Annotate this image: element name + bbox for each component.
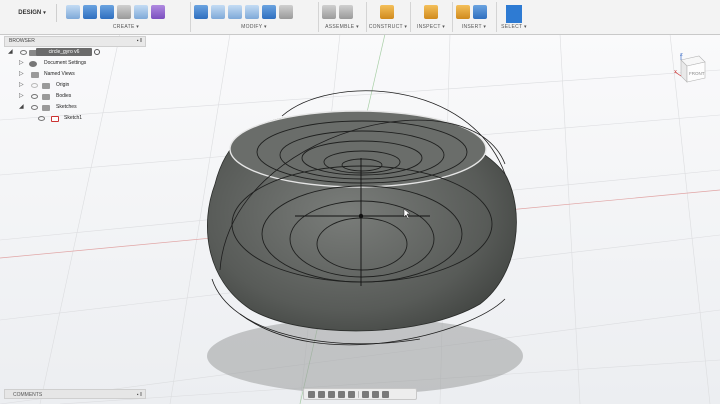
visibility-eye-icon[interactable] — [31, 83, 38, 88]
chevron-down-icon: ▾ — [43, 10, 46, 16]
new-component-icon[interactable] — [322, 5, 336, 19]
visibility-eye-icon[interactable] — [20, 50, 27, 55]
offset-plane-icon[interactable] — [380, 5, 394, 19]
create-sketch-icon[interactable] — [66, 5, 80, 19]
assemble-group: ASSEMBLE ▾ — [318, 2, 367, 32]
select-cursor-icon[interactable] — [506, 5, 522, 23]
expand-triangle-icon[interactable]: ▷ — [19, 91, 24, 102]
tree-item-label: Bodies — [56, 93, 72, 99]
tree-item-origin[interactable]: ▷ Origin — [4, 80, 146, 91]
zoom-icon[interactable] — [338, 390, 345, 398]
expand-triangle-icon[interactable]: ▷ — [19, 58, 24, 69]
select-group: SELECT ▾ — [496, 2, 532, 32]
activate-radio-icon[interactable] — [94, 49, 100, 55]
browser-title: BROWSER — [9, 38, 35, 44]
folder-icon — [31, 72, 39, 78]
joint-icon[interactable] — [339, 5, 353, 19]
display-settings-icon[interactable] — [362, 390, 369, 398]
create-menu[interactable]: CREATE ▾ — [62, 24, 190, 30]
create-group: CREATE ▾ — [62, 2, 191, 32]
hole-icon[interactable] — [117, 5, 131, 19]
folder-icon — [42, 94, 50, 100]
insert-derive-icon[interactable] — [456, 5, 470, 19]
navigation-bar — [303, 388, 417, 400]
browser-header: BROWSER ▪ ‖ — [4, 36, 146, 47]
insert-group: INSERT ▾ — [452, 2, 497, 32]
folder-icon — [42, 83, 50, 89]
orbit-icon[interactable] — [308, 390, 315, 398]
gear-icon — [29, 61, 37, 67]
toolbar: DESIGN ▾ CREATE ▾ MODIFY ▾ ASSEMBLE ▾ CO… — [0, 0, 720, 35]
chamfer-icon[interactable] — [228, 5, 242, 19]
collapse-triangle-icon[interactable]: ◢ — [8, 47, 13, 58]
workspace-label: DESIGN — [18, 10, 42, 16]
construct-menu[interactable]: CONSTRUCT ▾ — [366, 24, 410, 30]
press-pull-icon[interactable] — [194, 5, 208, 19]
visibility-eye-icon[interactable] — [38, 116, 45, 121]
shell-icon[interactable] — [245, 5, 259, 19]
comments-panel[interactable]: COMMENTS ▪ ‖ — [4, 389, 146, 399]
tree-item-root[interactable]: ◢ circle_gyro v6 — [4, 47, 146, 58]
tree-item-bodies[interactable]: ▷ Bodies — [4, 91, 146, 102]
viewcube-front-label: FRONT — [689, 71, 705, 76]
insert-menu[interactable]: INSERT ▾ — [452, 24, 496, 30]
tree-item-label: Document Settings — [44, 60, 87, 66]
move-icon[interactable] — [279, 5, 293, 19]
browser-panel: BROWSER ▪ ‖ ◢ circle_gyro v6 ▷ Document … — [4, 36, 146, 129]
tree-item-label: Named Views — [44, 71, 75, 77]
select-menu[interactable]: SELECT ▾ — [496, 24, 532, 30]
tree-item-label: Sketches — [56, 104, 77, 110]
workspace-switcher[interactable]: DESIGN ▾ — [8, 4, 57, 22]
assemble-menu[interactable]: ASSEMBLE ▾ — [318, 24, 366, 30]
fillet-icon[interactable] — [211, 5, 225, 19]
expand-triangle-icon[interactable]: ▷ — [19, 80, 24, 91]
tree-item-named-views[interactable]: ▷ Named Views — [4, 69, 146, 80]
extrude-icon[interactable] — [83, 5, 97, 19]
inspect-menu[interactable]: INSPECT ▾ — [410, 24, 452, 30]
pan-hand-icon[interactable] — [328, 390, 335, 398]
insert-image-icon[interactable] — [473, 5, 487, 19]
tree-item-sketch1[interactable]: Sketch1 — [4, 113, 146, 124]
collapse-triangle-icon[interactable]: ◢ — [19, 102, 24, 113]
measure-icon[interactable] — [424, 5, 438, 19]
box-select-icon[interactable] — [134, 5, 148, 19]
viewports-icon[interactable] — [382, 390, 389, 398]
tree-item-label: Origin — [56, 82, 70, 88]
look-at-icon[interactable] — [318, 390, 325, 398]
construct-group: CONSTRUCT ▾ — [366, 2, 411, 32]
folder-icon — [42, 105, 50, 111]
modify-menu[interactable]: MODIFY ▾ — [190, 24, 318, 30]
grid-settings-icon[interactable] — [372, 390, 379, 398]
sketch-icon — [51, 116, 59, 122]
tree-item-label: Sketch1 — [64, 115, 83, 121]
fit-icon[interactable] — [348, 390, 355, 398]
tree-item-document-settings[interactable]: ▷ Document Settings — [4, 58, 146, 69]
revolve-icon[interactable] — [100, 5, 114, 19]
panel-collapse-icon[interactable]: ▪ ‖ — [137, 390, 142, 400]
tree-item-label: circle_gyro v6 — [36, 48, 92, 56]
modify-group: MODIFY ▾ — [190, 2, 319, 32]
divider — [358, 390, 359, 398]
form-icon[interactable] — [151, 5, 165, 19]
panel-collapse-icon[interactable]: ▪ ‖ — [137, 37, 142, 46]
view-cube[interactable]: FRONT Z X — [671, 50, 709, 86]
inspect-group: INSPECT ▾ — [410, 2, 453, 32]
comments-title: COMMENTS — [13, 392, 43, 398]
axis-z-label: Z — [680, 52, 683, 57]
combine-icon[interactable] — [262, 5, 276, 19]
tree-item-sketches[interactable]: ◢ Sketches — [4, 102, 146, 113]
expand-triangle-icon[interactable]: ▷ — [19, 69, 24, 80]
visibility-eye-icon[interactable] — [31, 105, 38, 110]
visibility-eye-icon[interactable] — [31, 94, 38, 99]
